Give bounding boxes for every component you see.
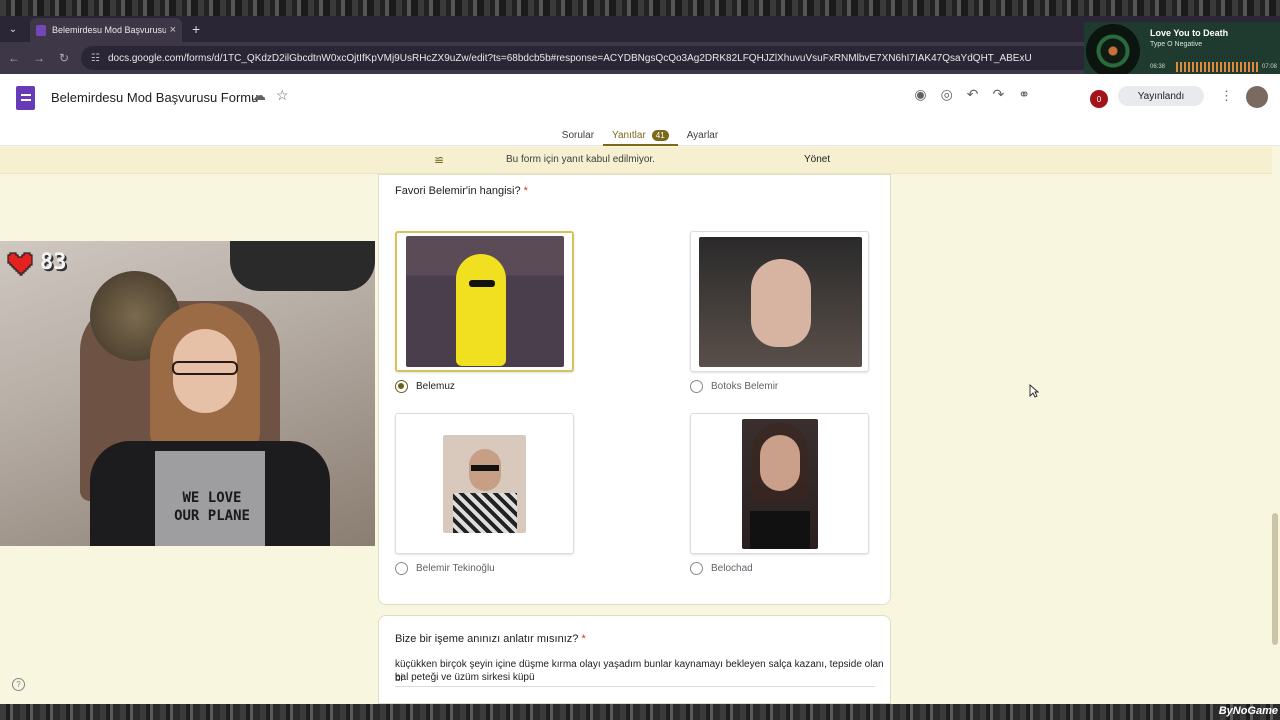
notice-text: Bu form için yanıt kabul edilmiyor. bbox=[506, 154, 655, 165]
streamer-webcam-overlay: WE LOVE OUR PLANE 83 bbox=[0, 241, 375, 546]
palette-icon[interactable]: ◉ bbox=[914, 86, 926, 103]
back-arrow-icon[interactable]: ← bbox=[3, 51, 25, 65]
option-label: Belemir Tekinoğlu bbox=[416, 563, 495, 574]
radio-unselected-icon[interactable] bbox=[690, 562, 703, 575]
total-time: 07:08 bbox=[1262, 64, 1278, 70]
song-title: Love You to Death bbox=[1150, 28, 1229, 38]
published-button[interactable]: Yayınlandı bbox=[1118, 86, 1204, 106]
option-image-card-belochad[interactable] bbox=[690, 413, 869, 554]
browser-tab[interactable]: Belemirdesu Mod Başvurusu Fo × bbox=[30, 18, 182, 42]
tab-list-chevron-icon[interactable]: ⌄ bbox=[0, 16, 26, 42]
option-image-card-botoks[interactable] bbox=[690, 231, 869, 372]
google-forms-logo-icon[interactable] bbox=[16, 86, 35, 110]
option-image-card-tekinoglu[interactable] bbox=[395, 413, 574, 554]
star-icon[interactable]: ☆ bbox=[276, 87, 289, 104]
song-artist: Type O Negative bbox=[1150, 41, 1203, 48]
tshirt-text-line-1: WE LOVE bbox=[182, 490, 242, 506]
sunglasses bbox=[469, 280, 495, 287]
striped-top bbox=[453, 493, 517, 533]
streamer-glasses bbox=[172, 361, 238, 375]
banana-suit bbox=[456, 254, 506, 366]
pixel-heart-icon bbox=[7, 252, 33, 276]
bat-decoration bbox=[230, 241, 375, 291]
option-botoks-belemir[interactable]: Botoks Belemir bbox=[690, 380, 778, 393]
tab-close-icon[interactable]: × bbox=[170, 24, 176, 36]
not-accepting-responses-banner: ≌ Bu form için yanıt kabul edilmiyor. Yö… bbox=[0, 147, 1272, 174]
new-tab-button[interactable]: + bbox=[192, 21, 200, 37]
radio-unselected-icon[interactable] bbox=[690, 380, 703, 393]
tab-questions[interactable]: Sorular bbox=[553, 124, 603, 146]
question-title: Bize bir işeme anınızı anlatır mısınız? … bbox=[395, 633, 586, 645]
option-image-card-belemuz[interactable] bbox=[395, 231, 574, 372]
option-label: Belemuz bbox=[416, 381, 455, 392]
forms-header: Belemirdesu Mod Başvurusu Formu ☁ ☆ ◉ ◎ … bbox=[0, 74, 1280, 146]
stream-overlay-bottom-strip bbox=[0, 704, 1280, 720]
redo-icon[interactable]: ↷ bbox=[993, 86, 1005, 103]
now-playing-widget: Love You to Death Type O Negative 06:38 … bbox=[1084, 22, 1280, 80]
response-count-badge: 41 bbox=[651, 129, 669, 141]
elapsed-time: 06:38 bbox=[1150, 64, 1166, 70]
face bbox=[760, 435, 800, 491]
stream-overlay-top-strip bbox=[0, 0, 1280, 16]
required-mark: * bbox=[523, 185, 528, 197]
audio-visualizer bbox=[1176, 62, 1258, 72]
tshirt-print: WE LOVE OUR PLANE bbox=[162, 489, 262, 525]
sunglasses-portrait-image bbox=[443, 435, 526, 533]
heart-counter: 83 bbox=[40, 250, 67, 275]
mouse-cursor-icon bbox=[1029, 384, 1039, 398]
forward-arrow-icon[interactable]: → bbox=[28, 51, 50, 65]
account-avatar[interactable] bbox=[1246, 86, 1268, 108]
watermark: ByNoGame bbox=[1218, 705, 1278, 717]
option-belochad[interactable]: Belochad bbox=[690, 562, 753, 575]
address-bar[interactable]: ☷ docs.google.com/forms/d/1TC_QKdzD2ilGb… bbox=[81, 46, 1141, 70]
more-options-icon[interactable]: ⋮ bbox=[1220, 88, 1233, 104]
form-tabs: Sorular Yanıtlar 41 Ayarlar bbox=[0, 124, 1280, 146]
question-title-text: Bize bir işeme anınızı anlatır mısınız? bbox=[395, 633, 579, 645]
google-forms-favicon-icon bbox=[36, 24, 46, 36]
botox-face-image bbox=[699, 237, 862, 367]
site-info-icon[interactable]: ☷ bbox=[91, 53, 100, 64]
url-text: docs.google.com/forms/d/1TC_QKdzD2ilGbcd… bbox=[107, 52, 1032, 64]
header-tools: ◉ ◎ ↶ ↷ ⚭ bbox=[914, 86, 1030, 103]
option-belemir-tekinoglu[interactable]: Belemir Tekinoğlu bbox=[395, 562, 495, 575]
dark-top bbox=[750, 511, 810, 549]
option-label: Belochad bbox=[711, 563, 753, 574]
sunglasses bbox=[471, 465, 499, 471]
radio-unselected-icon[interactable] bbox=[395, 562, 408, 575]
option-label: Botoks Belemir bbox=[711, 381, 779, 392]
face bbox=[751, 259, 811, 347]
answer-underline bbox=[395, 686, 875, 687]
answer-line-2: bal peteği ve üzüm sirkesi küpü bbox=[395, 672, 535, 683]
manage-button[interactable]: Yönet bbox=[804, 154, 830, 165]
tshirt-text-line-2: OUR PLANE bbox=[174, 508, 250, 524]
tab-settings[interactable]: Ayarlar bbox=[678, 124, 728, 146]
question-title-text: Favori Belemir'in hangisi? bbox=[395, 185, 521, 197]
form-title[interactable]: Belemirdesu Mod Başvurusu Formu bbox=[51, 90, 258, 105]
tab-responses[interactable]: Yanıtlar 41 bbox=[603, 124, 678, 146]
dark-hair-portrait-image bbox=[742, 419, 818, 549]
help-icon[interactable]: ? bbox=[12, 678, 25, 691]
browser-tab-title: Belemirdesu Mod Başvurusu Fo bbox=[52, 25, 166, 35]
radio-selected-icon[interactable] bbox=[395, 380, 408, 393]
undo-icon[interactable]: ↶ bbox=[967, 86, 979, 103]
page-scrollbar[interactable] bbox=[1272, 513, 1278, 645]
option-belemuz[interactable]: Belemuz bbox=[395, 380, 455, 393]
tab-label: Yanıtlar bbox=[612, 129, 646, 141]
question-card-story: Bize bir işeme anınızı anlatır mısınız? … bbox=[378, 615, 891, 704]
vinyl-disc-icon bbox=[1086, 24, 1140, 78]
banana-costume-image bbox=[406, 236, 564, 367]
question-title: Favori Belemir'in hangisi? * bbox=[395, 185, 528, 197]
tab-label: Ayarlar bbox=[686, 129, 719, 141]
copy-link-icon[interactable]: ⚭ bbox=[1018, 86, 1030, 103]
preview-eye-icon[interactable]: ◎ bbox=[941, 86, 953, 103]
tab-label: Sorular bbox=[561, 129, 595, 141]
reload-icon[interactable]: ↻ bbox=[53, 51, 75, 65]
responses-off-icon: ≌ bbox=[434, 153, 445, 167]
collaborator-badge[interactable]: 0 bbox=[1090, 90, 1108, 108]
move-to-drive-icon[interactable]: ☁ bbox=[252, 87, 266, 104]
required-mark: * bbox=[581, 633, 586, 645]
question-card-favorite: Favori Belemir'in hangisi? * Belemuz Bot… bbox=[378, 174, 891, 605]
